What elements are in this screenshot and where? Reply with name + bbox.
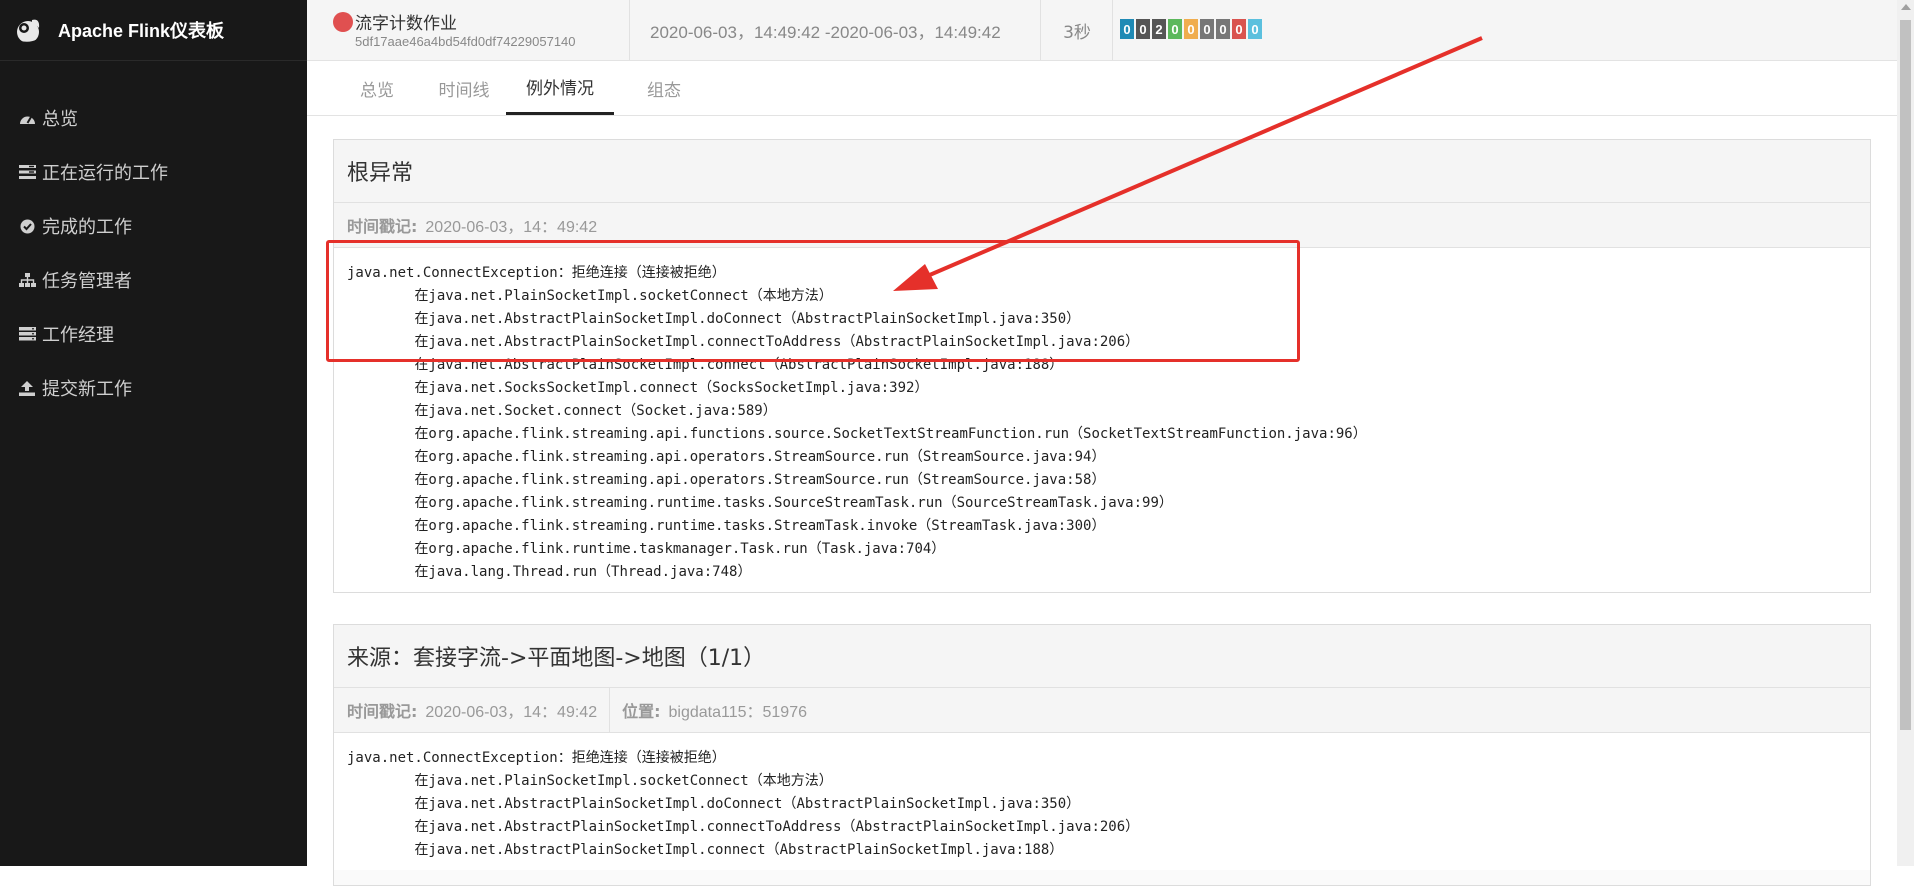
annotation-arrow-icon xyxy=(893,36,1483,291)
